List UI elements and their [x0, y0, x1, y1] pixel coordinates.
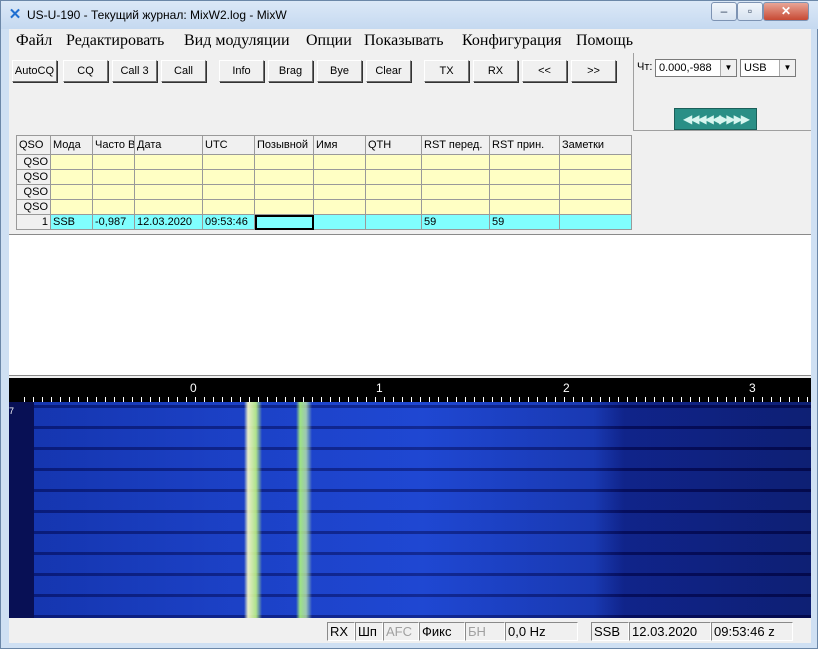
col-qso[interactable]: QSO — [16, 135, 51, 155]
cell-utc[interactable]: 09:53:46 — [202, 214, 255, 230]
close-button[interactable]: ✕ — [763, 2, 809, 21]
row-header: QSO — [16, 154, 51, 170]
scale-label: 2 — [563, 381, 570, 395]
cell-call[interactable] — [254, 214, 314, 230]
table-row[interactable]: QSO — [16, 169, 632, 185]
mode-value: USB — [744, 62, 767, 74]
app-logo-icon: ✕ — [8, 6, 22, 23]
status-bar: RX Шп AFC Фикс БН 0,0 Hz SSB 12.03.2020 … — [9, 620, 811, 643]
status-bn[interactable]: БН — [465, 622, 505, 641]
scale-label: 0 — [190, 381, 197, 395]
menu-bar: Файл Редактировать Вид модуляции Опции П… — [9, 29, 811, 53]
row-header: QSO — [16, 184, 51, 200]
autocq-button[interactable]: AutoCQ — [12, 60, 57, 82]
cell-rst-sent[interactable]: 59 — [421, 214, 490, 230]
next-button[interactable]: >> — [571, 60, 616, 82]
row-number: 1 — [16, 214, 51, 230]
receive-text-area[interactable] — [9, 234, 811, 376]
frequency-value: 0.000,-988 — [659, 62, 712, 74]
prev-button[interactable]: << — [522, 60, 567, 82]
menu-config[interactable]: Конфигурация — [462, 32, 562, 50]
chevron-down-icon[interactable]: ▼ — [779, 60, 795, 76]
col-qth[interactable]: QTH — [365, 135, 422, 155]
grid-header: QSO Мода Часто ВЧ Дата UTC Позывной Имя … — [16, 135, 632, 155]
waterfall[interactable]: 0 1 2 3 7 — [9, 378, 811, 618]
cq-button[interactable]: CQ — [63, 60, 108, 82]
col-notes[interactable]: Заметки — [559, 135, 632, 155]
row-header: QSO — [16, 199, 51, 215]
cell-notes[interactable] — [559, 214, 632, 230]
minimize-button[interactable]: – — [711, 2, 737, 21]
frequency-select[interactable]: 0.000,-988 ▼ — [655, 59, 737, 77]
table-row[interactable]: QSO — [16, 184, 632, 200]
status-squelch[interactable]: Шп — [355, 622, 383, 641]
cell-rst-rcvd[interactable]: 59 — [489, 214, 560, 230]
rx-button[interactable]: RX — [473, 60, 518, 82]
tune-arrows-button[interactable]: ◀◀◀◀◀▶▶▶▶ — [674, 108, 757, 130]
info-button[interactable]: Info — [219, 60, 264, 82]
client-area: Файл Редактировать Вид модуляции Опции П… — [9, 29, 811, 643]
cell-qth[interactable] — [365, 214, 422, 230]
cell-date[interactable]: 12.03.2020 — [134, 214, 203, 230]
tool-panel: AutoCQ CQ Call 3 Call Info Brag Bye Clea… — [9, 53, 811, 261]
window-title: US-U-190 - Текущий журнал: MixW2.log - M… — [27, 8, 287, 22]
table-row[interactable]: QSO — [16, 154, 632, 170]
menu-edit[interactable]: Редактировать — [66, 32, 164, 50]
col-utc[interactable]: UTC — [202, 135, 255, 155]
scale-label: 3 — [749, 381, 756, 395]
log-grid: QSO Мода Часто ВЧ Дата UTC Позывной Имя … — [16, 135, 632, 230]
cell-freq[interactable]: -0,987 — [92, 214, 135, 230]
col-freq[interactable]: Часто ВЧ — [92, 135, 135, 155]
mode-select[interactable]: USB ▼ — [740, 59, 796, 77]
status-time: 09:53:46 z — [711, 622, 793, 641]
row-header: QSO — [16, 169, 51, 185]
status-fix[interactable]: Фикс — [419, 622, 465, 641]
scale-label: 1 — [376, 381, 383, 395]
current-qso-row[interactable]: 1 SSB -0,987 12.03.2020 09:53:46 59 59 — [16, 214, 632, 230]
main-window: ✕ US-U-190 - Текущий журнал: MixW2.log -… — [0, 0, 818, 649]
col-rst-rcvd[interactable]: RST прин. — [489, 135, 560, 155]
call3-button[interactable]: Call 3 — [112, 60, 157, 82]
col-rst-sent[interactable]: RST перед. — [421, 135, 490, 155]
status-date: 12.03.2020 — [629, 622, 711, 641]
col-name[interactable]: Имя — [313, 135, 366, 155]
status-mode[interactable]: SSB — [591, 622, 629, 641]
waterfall-margin: 7 — [9, 402, 34, 618]
title-bar: ✕ US-U-190 - Текущий журнал: MixW2.log -… — [1, 1, 818, 29]
clear-button[interactable]: Clear — [366, 60, 411, 82]
maximize-button[interactable]: ▫ — [737, 2, 763, 21]
status-afc[interactable]: AFC — [383, 622, 419, 641]
table-row[interactable]: QSO — [16, 199, 632, 215]
spectrum-display[interactable] — [34, 402, 811, 618]
col-mode[interactable]: Мода — [50, 135, 93, 155]
cell-mode[interactable]: SSB — [50, 214, 93, 230]
menu-mode[interactable]: Вид модуляции — [184, 32, 290, 50]
brag-button[interactable]: Brag — [268, 60, 313, 82]
call-button[interactable]: Call — [161, 60, 206, 82]
frequency-scale: 0 1 2 3 — [9, 378, 811, 402]
cat-label: Чт: — [637, 61, 653, 73]
tx-button[interactable]: TX — [424, 60, 469, 82]
menu-file[interactable]: Файл — [16, 32, 52, 50]
menu-view[interactable]: Показывать — [364, 32, 444, 50]
status-rx: RX — [327, 622, 355, 641]
chevron-down-icon[interactable]: ▼ — [720, 60, 736, 76]
level-mark: 7 — [9, 406, 15, 416]
status-offset: 0,0 Hz — [505, 622, 578, 641]
col-call[interactable]: Позывной — [254, 135, 314, 155]
menu-options[interactable]: Опции — [306, 32, 352, 50]
col-date[interactable]: Дата — [134, 135, 203, 155]
menu-help[interactable]: Помощь — [576, 32, 633, 50]
bye-button[interactable]: Bye — [317, 60, 362, 82]
cell-name[interactable] — [313, 214, 366, 230]
